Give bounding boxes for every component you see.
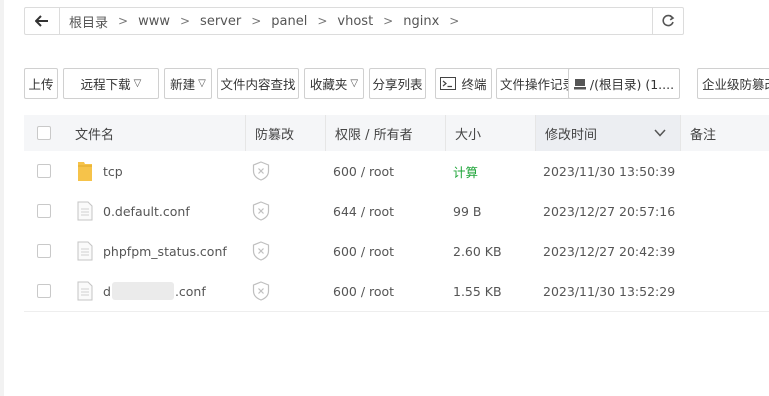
header-tamper[interactable]: 防篡改 xyxy=(255,115,294,151)
table-header: 文件名 防篡改 权限 / 所有者 大小 修改时间 备注 xyxy=(24,115,769,152)
header-permission-owner[interactable]: 权限 / 所有者 xyxy=(335,115,413,151)
terminal-icon xyxy=(440,77,457,90)
modified-time: 2023/11/30 13:52:29 xyxy=(543,283,676,299)
left-panel-edge xyxy=(0,0,4,396)
permission-owner[interactable]: 600 / root xyxy=(333,231,394,271)
calculate-size-link[interactable]: 计算 xyxy=(453,162,478,181)
breadcrumb-segment-server[interactable]: server xyxy=(200,14,241,29)
upload-label: 上传 xyxy=(28,77,54,92)
chevron-down-icon: ▽ xyxy=(350,78,359,89)
breadcrumb-separator: > xyxy=(251,14,262,28)
favorites-label: 收藏夹 xyxy=(309,77,348,92)
refresh-icon xyxy=(662,14,675,27)
terminal-label: 终端 xyxy=(461,77,487,92)
sort-desc-icon[interactable] xyxy=(654,115,666,151)
favorites-button[interactable]: 收藏夹 ▽ xyxy=(304,68,364,99)
breadcrumb: 根目录 > www > server > panel > vhost > ngi… xyxy=(24,7,684,35)
disk-label: /(根目录) (1.... xyxy=(589,77,675,92)
header-modified-time[interactable]: 修改时间 xyxy=(545,115,597,151)
breadcrumb-segment-panel[interactable]: panel xyxy=(271,14,307,29)
refresh-button[interactable] xyxy=(652,8,683,34)
terminal-button[interactable]: 终端 xyxy=(435,68,492,99)
breadcrumb-segment-nginx[interactable]: nginx xyxy=(403,14,439,29)
file-name[interactable]: d .conf xyxy=(103,271,206,311)
file-name-prefix: d xyxy=(103,283,111,299)
operation-log-label: 文件操作记录 xyxy=(499,77,575,92)
row-checkbox[interactable] xyxy=(37,204,51,218)
header-size[interactable]: 大小 xyxy=(455,115,481,151)
new-label: 新建 xyxy=(170,77,196,92)
column-divider xyxy=(680,115,681,151)
header-note[interactable]: 备注 xyxy=(690,115,716,151)
file-name[interactable]: 0.default.conf xyxy=(103,204,190,219)
header-name[interactable]: 文件名 xyxy=(75,115,114,151)
chevron-down-icon: ▽ xyxy=(133,78,142,89)
remote-download-label: 远程下载 xyxy=(80,77,131,92)
file-icon xyxy=(77,271,93,311)
row-checkbox[interactable] xyxy=(37,284,51,298)
remote-download-button[interactable]: 远程下载 ▽ xyxy=(63,68,159,99)
column-divider xyxy=(535,115,536,151)
back-button[interactable] xyxy=(25,8,60,34)
content-search-button[interactable]: 文件内容查找 xyxy=(217,68,299,99)
table-row[interactable]: d .conf 600 / root 1.55 KB 2023/11/30 13… xyxy=(24,271,769,312)
select-all-checkbox[interactable] xyxy=(37,126,51,140)
column-divider xyxy=(445,115,446,151)
enterprise-tamper-button[interactable]: 企业级防篡改 xyxy=(697,68,769,99)
table-row[interactable]: phpfpm_status.conf 600 / root 2.60 KB 20… xyxy=(24,231,769,272)
operation-log-button[interactable]: 文件操作记录 xyxy=(496,68,579,99)
file-size: 2.60 KB xyxy=(453,243,502,259)
file-name[interactable]: tcp xyxy=(103,164,123,179)
file-icon xyxy=(77,231,93,271)
breadcrumb-separator: > xyxy=(449,14,460,28)
tamper-shield-icon[interactable] xyxy=(252,231,270,271)
column-divider xyxy=(325,115,326,151)
breadcrumb-separator: > xyxy=(179,14,191,28)
modified-time: 2023/11/30 13:50:39 xyxy=(543,163,676,179)
breadcrumb-segment-root[interactable]: 根目录 xyxy=(69,12,108,31)
column-divider xyxy=(245,115,246,151)
chevron-down-icon: ▽ xyxy=(198,78,206,89)
file-icon xyxy=(77,191,93,231)
breadcrumb-separator: > xyxy=(383,14,394,28)
folder-icon xyxy=(77,151,93,191)
row-checkbox[interactable] xyxy=(37,164,51,178)
share-list-label: 分享列表 xyxy=(372,77,423,92)
modified-time: 2023/12/27 20:57:16 xyxy=(543,203,676,219)
file-size: 1.55 KB xyxy=(453,283,502,299)
permission-owner[interactable]: 600 / root xyxy=(333,151,394,191)
content-search-label: 文件内容查找 xyxy=(220,77,296,92)
tamper-shield-icon[interactable] xyxy=(252,191,270,231)
redacted-text xyxy=(111,282,174,300)
permission-owner[interactable]: 644 / root xyxy=(333,191,394,231)
breadcrumb-path: 根目录 > www > server > panel > vhost > ngi… xyxy=(60,12,652,31)
enterprise-tamper-label: 企业级防篡改 xyxy=(702,77,769,92)
select-all-cell xyxy=(37,115,51,151)
tamper-shield-icon[interactable] xyxy=(252,151,270,191)
file-size: 99 B xyxy=(453,203,482,219)
share-list-button[interactable]: 分享列表 xyxy=(369,68,426,99)
row-checkbox[interactable] xyxy=(37,244,51,258)
disk-icon xyxy=(573,78,586,89)
breadcrumb-segment-vhost[interactable]: vhost xyxy=(337,14,373,29)
arrow-left-icon xyxy=(35,15,48,27)
file-name[interactable]: phpfpm_status.conf xyxy=(103,244,227,259)
new-button[interactable]: 新建 ▽ xyxy=(164,68,212,99)
permission-owner[interactable]: 600 / root xyxy=(333,271,394,311)
file-name-suffix: .conf xyxy=(174,283,206,299)
breadcrumb-segment-www[interactable]: www xyxy=(138,14,170,29)
breadcrumb-separator: > xyxy=(317,14,328,28)
upload-button[interactable]: 上传 xyxy=(24,68,58,99)
modified-time: 2023/12/27 20:42:39 xyxy=(543,243,676,259)
table-row[interactable]: tcp 600 / root 计算 2023/11/30 13:50:39 xyxy=(24,151,769,192)
breadcrumb-separator: > xyxy=(118,14,129,28)
tamper-shield-icon[interactable] xyxy=(252,271,270,311)
disk-selector-button[interactable]: /(根目录) (1.... xyxy=(568,68,680,99)
table-row[interactable]: 0.default.conf 644 / root 99 B 2023/12/2… xyxy=(24,191,769,232)
